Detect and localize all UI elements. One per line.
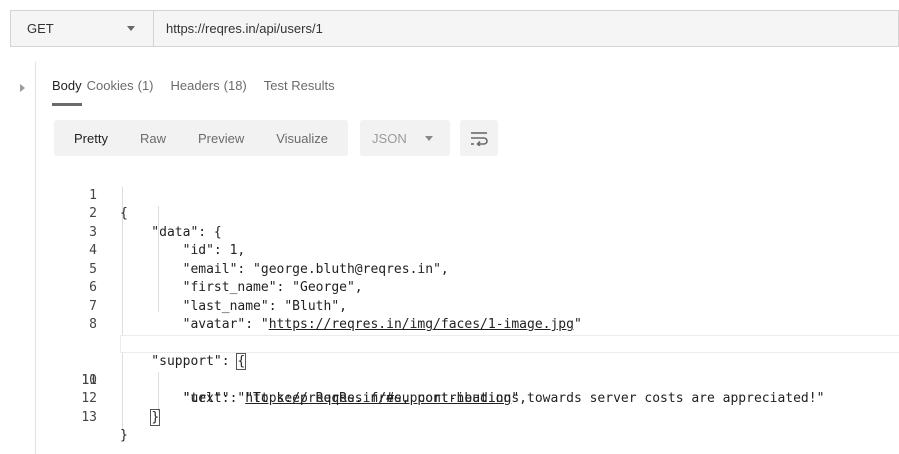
code-line: 8 },: [60, 298, 899, 351]
code-prefix: [120, 410, 151, 425]
view-mode-group: Pretty Raw Preview Visualize: [54, 120, 349, 156]
tab-label: Headers: [170, 78, 220, 93]
code-line: 13 }: [60, 390, 899, 444]
tab-headers[interactable]: Headers (18): [171, 78, 247, 106]
code-line: 12 }: [60, 372, 899, 426]
format-label: JSON: [372, 130, 407, 146]
tab-label: Test Results: [263, 78, 335, 93]
tab-label: Cookies: [86, 78, 134, 93]
code-line: 6 "last_name": "Bluth",: [60, 261, 899, 314]
tab-count: (18): [223, 78, 247, 93]
code-line-active: 10 "url": "https://reqres.in/#support-he…: [60, 334, 899, 406]
tab-label: Body: [52, 78, 82, 93]
code-line: 5 "first_name": "George",: [60, 242, 899, 296]
response-toolbar: Pretty Raw Preview Visualize JSON: [54, 120, 499, 156]
code-line: 3 "id": 1,: [60, 205, 899, 259]
wrap-lines-button[interactable]: [460, 120, 499, 156]
active-line-highlight: [120, 334, 899, 353]
collapse-arrow-icon[interactable]: [20, 84, 25, 92]
request-bar: GET https://reqres.in/api/users/1: [10, 10, 899, 47]
matched-bracket: }: [150, 408, 161, 426]
mode-raw[interactable]: Raw: [124, 131, 182, 146]
method-label: GET: [27, 21, 54, 36]
mode-pretty[interactable]: Pretty: [58, 131, 124, 146]
tab-count: (1): [137, 78, 154, 93]
tab-test-results[interactable]: Test Results: [264, 78, 335, 106]
code-line: 4 "email": "george.bluth@reqres.in",: [60, 224, 899, 277]
code-line: 11 "text": "To keep ReqRes free, contrib…: [60, 353, 899, 407]
code-line: 2 "data": {: [60, 187, 899, 240]
mode-preview[interactable]: Preview: [182, 131, 260, 146]
format-select[interactable]: JSON: [360, 120, 451, 156]
code-text: }: [120, 408, 161, 428]
divider: [35, 62, 36, 454]
code-editor[interactable]: 1 { 2 "data": { 3 "id": 1, 4 "email": "g…: [60, 168, 899, 454]
response-tabs: Body Cookies (1) Headers (18) Test Results: [52, 78, 352, 106]
code-text: }: [120, 428, 128, 443]
url-text: https://reqres.in/api/users/1: [166, 21, 323, 36]
tab-body[interactable]: Body: [52, 78, 82, 106]
chevron-down-icon: [425, 136, 434, 141]
mode-visualize[interactable]: Visualize: [260, 131, 344, 146]
code-line: 9 "support": {: [60, 316, 899, 370]
url-input[interactable]: https://reqres.in/api/users/1: [154, 11, 898, 46]
line-number: 13: [81, 409, 97, 425]
chevron-down-icon: [127, 26, 135, 31]
method-select[interactable]: GET: [11, 11, 154, 46]
code-line: 7 "avatar": "https://reqres.in/img/faces…: [60, 279, 899, 333]
code-line: 1 {: [60, 168, 899, 222]
wrap-lines-icon: [471, 132, 488, 146]
tab-cookies[interactable]: Cookies (1): [87, 78, 154, 106]
